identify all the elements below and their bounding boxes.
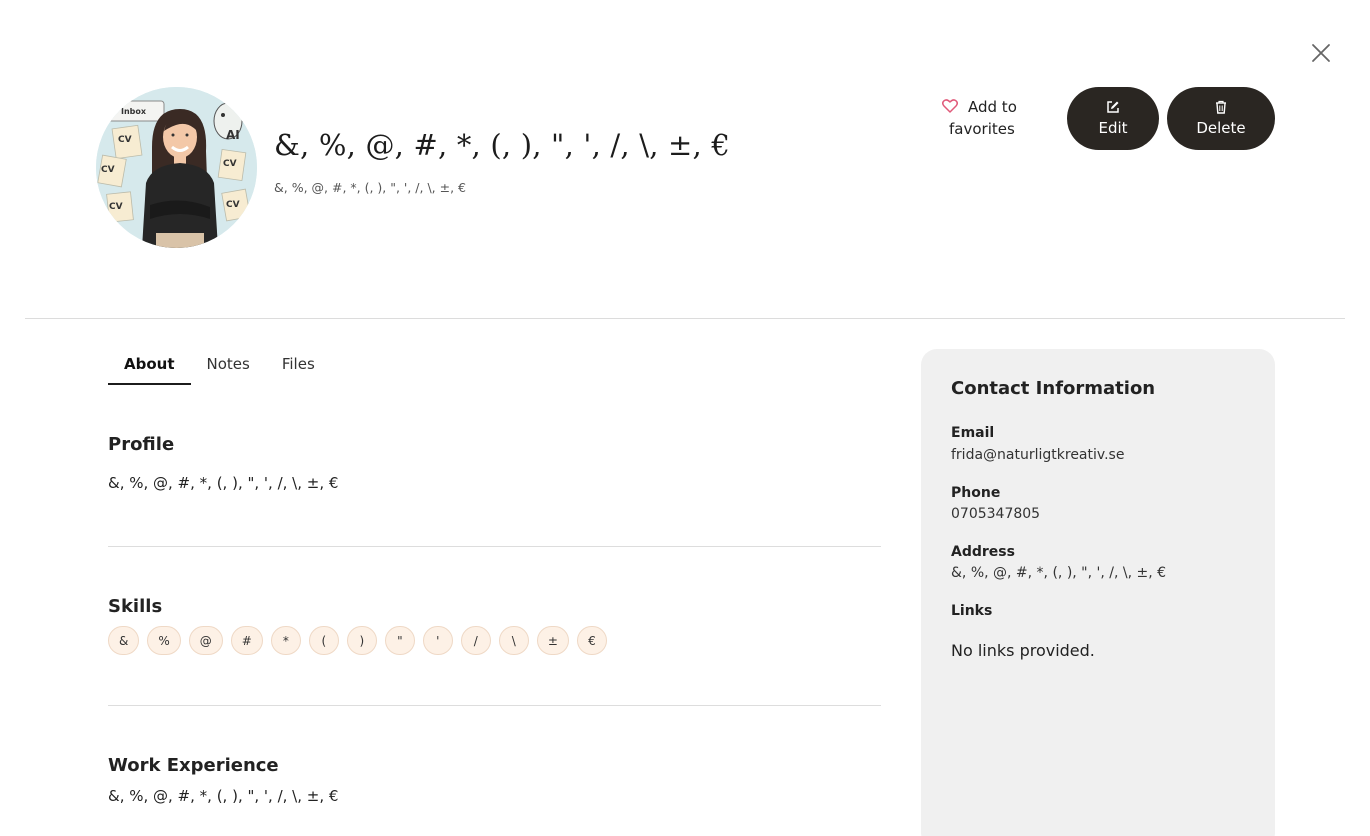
skill-chip: / <box>460 626 491 655</box>
svg-text:CV: CV <box>109 202 123 212</box>
email-label: Email <box>951 425 995 441</box>
delete-button[interactable]: Delete <box>1167 87 1275 150</box>
delete-label: Delete <box>1196 119 1246 137</box>
avatar-ai-text: AI <box>226 128 240 142</box>
contact-card: Contact Information Email frida@naturlig… <box>921 349 1275 836</box>
svg-text:CV: CV <box>226 200 240 210</box>
edit-icon <box>1107 101 1119 113</box>
tab-about[interactable]: About <box>108 345 191 385</box>
address-value: &, %, @, #, *, (, ), ", ', /, \, ±, € <box>951 565 1167 581</box>
heart-icon <box>942 99 958 113</box>
favorites-label-line1: Add to <box>968 98 1017 116</box>
tab-bar: About Notes Files <box>108 345 331 385</box>
svg-text:CV: CV <box>101 165 115 175</box>
skill-chip: # <box>230 626 263 655</box>
email-value[interactable]: frida@naturligtkreativ.se <box>951 447 1124 463</box>
work-experience-text: &, %, @, #, *, (, ), ", ', /, \, ±, € <box>108 787 339 805</box>
links-empty-text: No links provided. <box>951 641 1095 660</box>
header-divider <box>25 318 1345 319</box>
profile-title: Profile <box>108 434 175 455</box>
profile-divider <box>108 546 881 547</box>
skills-list: & % @ # * ( ) " ' / \ ± € <box>108 626 615 655</box>
close-icon <box>1312 44 1330 62</box>
skill-chip: ( <box>308 626 339 655</box>
avatar: Inbox AI CV CV CV CV CV <box>96 87 257 248</box>
add-to-favorites-button[interactable]: Add to favorites <box>942 96 1047 140</box>
phone-value[interactable]: 0705347805 <box>951 506 1040 522</box>
candidate-subtitle: &, %, @, #, *, (, ), ", ', /, \, ±, € <box>274 180 466 195</box>
skill-chip: & <box>108 626 140 655</box>
edit-label: Edit <box>1098 119 1128 137</box>
skill-chip: ' <box>422 626 453 655</box>
skill-chip: \ <box>498 626 529 655</box>
address-label: Address <box>951 544 1015 560</box>
candidate-name: &, %, @, #, *, (, ), ", ', /, \, ±, € <box>274 128 731 162</box>
skill-chip: " <box>384 626 415 655</box>
skills-divider <box>108 705 881 706</box>
contact-title: Contact Information <box>951 378 1156 399</box>
links-label: Links <box>951 603 993 619</box>
skill-chip: % <box>147 626 181 655</box>
skill-chip: ± <box>536 626 569 655</box>
work-experience-title: Work Experience <box>108 755 279 776</box>
close-button[interactable] <box>1309 41 1333 65</box>
skill-chip: @ <box>188 626 223 655</box>
favorites-label-line2: favorites <box>949 120 1015 138</box>
tab-files[interactable]: Files <box>266 345 331 385</box>
phone-label: Phone <box>951 485 1001 501</box>
profile-text: &, %, @, #, *, (, ), ", ', /, \, ±, € <box>108 474 339 492</box>
avatar-inbox-text: Inbox <box>121 107 147 116</box>
svg-text:CV: CV <box>118 135 132 145</box>
skill-chip: ) <box>346 626 377 655</box>
skills-title: Skills <box>108 596 163 617</box>
tab-notes[interactable]: Notes <box>191 345 266 385</box>
skill-chip: € <box>576 626 607 655</box>
svg-text:CV: CV <box>223 159 237 169</box>
skill-chip: * <box>270 626 301 655</box>
edit-button[interactable]: Edit <box>1067 87 1159 150</box>
trash-icon <box>1216 100 1226 114</box>
